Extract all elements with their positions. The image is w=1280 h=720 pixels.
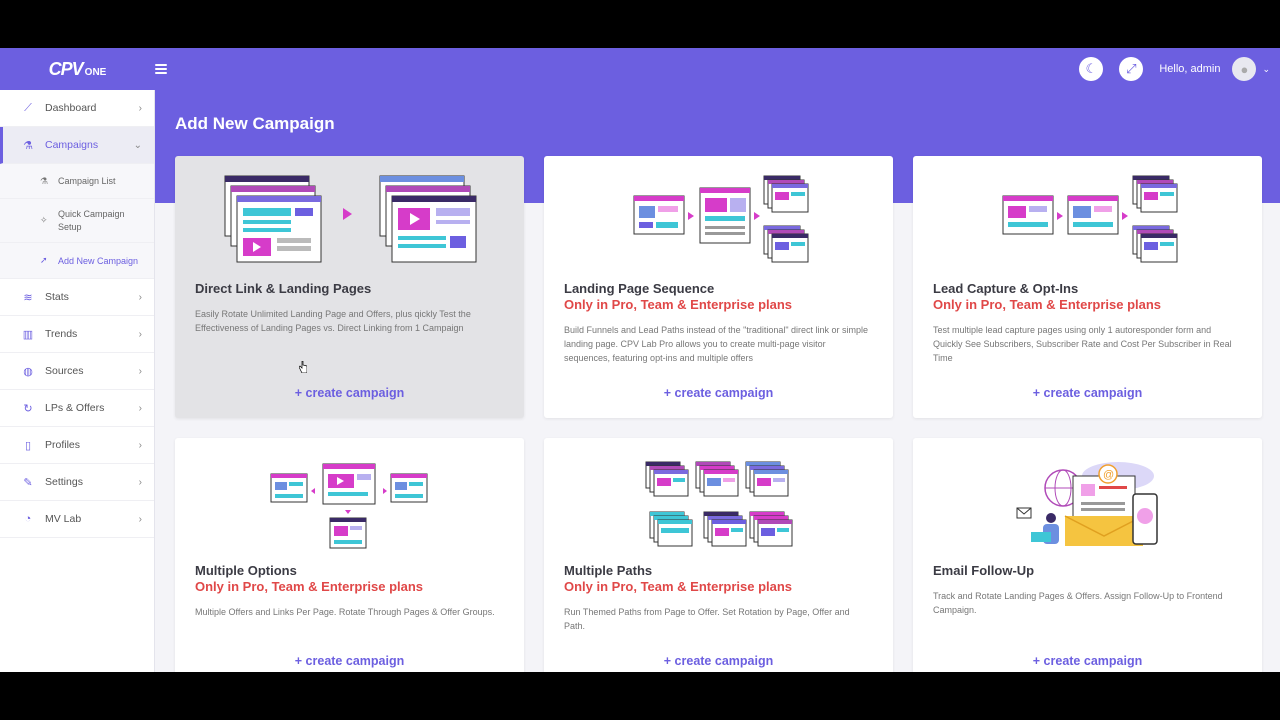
card-title: Email Follow-Up: [933, 563, 1035, 578]
wrench-icon: ✎: [23, 476, 33, 489]
vial-icon: ◔: [24, 513, 32, 525]
mouse-cursor-icon: [299, 361, 307, 373]
sidebar-item-lps-offers[interactable]: ↻ LPs & Offers ›: [0, 390, 154, 427]
sidebar-item-label: LPs & Offers: [45, 402, 105, 414]
moon-icon[interactable]: ☾: [1079, 57, 1104, 81]
sidebar-subitem-quick-setup[interactable]: ✧ Quick Campaign Setup: [0, 199, 154, 243]
card-description: Build Funnels and Lead Paths instead of …: [564, 325, 869, 363]
sidebar-item-label: MV Lab: [45, 513, 82, 525]
top-bar: CPV ONE ☾ ⤢ Hello, admin ● ⌄: [0, 48, 1280, 90]
sidebar-subitem-label: Quick Campaign Setup: [58, 208, 125, 232]
card-title: Landing Page Sequence: [564, 281, 715, 296]
sidebar-item-sources[interactable]: ◍ Sources ›: [0, 353, 154, 390]
landing-sequence-illustration: [633, 175, 809, 263]
user-greeting[interactable]: Hello, admin: [1159, 63, 1220, 75]
globe-icon: ◍: [23, 365, 33, 378]
flask-icon: ⚗: [40, 175, 49, 186]
plan-restriction: Only in Pro, Team & Enterprise plans: [933, 297, 1162, 312]
create-campaign-link[interactable]: + create campaign: [175, 386, 524, 400]
clipboard-icon: ▯: [24, 439, 32, 452]
campaign-card-multiple-options[interactable]: Multiple Options Only in Pro, Team & Ent…: [175, 438, 524, 672]
menu-toggle-icon[interactable]: [155, 64, 167, 74]
magic-icon: ✧: [40, 215, 48, 225]
sidebar-item-label: Stats: [45, 291, 69, 303]
app-frame: CPV ONE ☾ ⤢ Hello, admin ● ⌄ ⟋ Dashboard…: [0, 48, 1280, 672]
card-title: Lead Capture & Opt-Ins: [933, 281, 1079, 296]
expand-icon[interactable]: ⤢: [1119, 57, 1144, 81]
chevron-right-icon: ›: [138, 439, 142, 451]
card-description: Easily Rotate Unlimited Landing Page and…: [195, 309, 471, 333]
sidebar-item-trends[interactable]: ▥ Trends ›: [0, 316, 154, 353]
sidebar-item-settings[interactable]: ✎ Settings ›: [0, 464, 154, 501]
chevron-right-icon: ›: [138, 291, 142, 303]
chevron-right-icon: ›: [138, 365, 142, 377]
avatar[interactable]: ●: [1232, 57, 1257, 81]
card-title: Multiple Paths: [564, 563, 653, 578]
sidebar-item-campaigns[interactable]: ⚗ Campaigns ⌄: [0, 127, 154, 164]
redo-icon: ↻: [23, 402, 33, 415]
chart-line-icon: ⟋: [24, 101, 32, 114]
svg-text:@: @: [1103, 469, 1114, 481]
create-campaign-link[interactable]: + create campaign: [913, 654, 1262, 668]
multiple-paths-illustration: [645, 461, 793, 547]
chevron-right-icon: ›: [138, 402, 142, 414]
sidebar-item-mv-lab[interactable]: ◔ MV Lab ›: [0, 501, 154, 538]
chevron-right-icon: ›: [138, 513, 142, 525]
sidebar-item-label: Sources: [45, 365, 84, 377]
page-title: Add New Campaign: [175, 114, 335, 133]
email-follow-up-illustration: @: [1016, 462, 1158, 546]
sidebar-item-dashboard[interactable]: ⟋ Dashboard ›: [0, 90, 154, 127]
campaign-card-multiple-paths[interactable]: Multiple Paths Only in Pro, Team & Enter…: [544, 438, 893, 672]
campaign-card-landing-page-sequence[interactable]: Landing Page Sequence Only in Pro, Team …: [544, 156, 893, 418]
sidebar-item-label: Trends: [45, 328, 78, 340]
card-description: Multiple Offers and Links Per Page. Rota…: [195, 607, 495, 617]
card-description: Track and Rotate Landing Pages & Offers.…: [933, 591, 1223, 615]
card-description: Run Themed Paths from Page to Offer. Set…: [564, 607, 850, 631]
direct-link-illustration: [224, 175, 477, 263]
sidebar-subitem-campaign-list[interactable]: ⚗ Campaign List: [0, 164, 154, 199]
create-campaign-link[interactable]: + create campaign: [544, 386, 893, 400]
multiple-options-illustration: [270, 463, 428, 549]
card-title: Multiple Options: [195, 563, 297, 578]
chevron-right-icon: ›: [138, 328, 142, 340]
sidebar-item-profiles[interactable]: ▯ Profiles ›: [0, 427, 154, 464]
plan-restriction: Only in Pro, Team & Enterprise plans: [564, 579, 793, 594]
chevron-down-icon: ⌄: [133, 139, 142, 151]
logo-main: CPV: [48, 58, 84, 79]
sidebar: ⟋ Dashboard › ⚗ Campaigns ⌄ ⚗ Campaign L…: [0, 90, 155, 672]
logo-sub: ONE: [84, 66, 107, 78]
logo[interactable]: CPV ONE: [0, 48, 155, 90]
flask-icon: ⚗: [23, 139, 33, 152]
create-campaign-link[interactable]: + create campaign: [544, 654, 893, 668]
sidebar-subitem-add-new-campaign[interactable]: ➚ Add New Campaign: [0, 243, 154, 279]
create-campaign-link[interactable]: + create campaign: [175, 654, 524, 668]
plan-restriction: Only in Pro, Team & Enterprise plans: [564, 297, 793, 312]
chevron-right-icon: ›: [138, 102, 142, 114]
sidebar-item-label: Dashboard: [45, 102, 97, 114]
plan-restriction: Only in Pro, Team & Enterprise plans: [195, 579, 424, 594]
create-campaign-link[interactable]: + create campaign: [913, 386, 1262, 400]
campaign-card-email-follow-up[interactable]: @ Email Follow-Up Track and Rotate Landi…: [913, 438, 1262, 672]
campaign-card-direct-link[interactable]: Direct Link & Landing Pages Easily Rotat…: [175, 156, 524, 418]
sidebar-subitem-label: Add New Campaign: [58, 255, 139, 266]
columns-icon: ▥: [22, 328, 34, 341]
chevron-down-icon[interactable]: ⌄: [1262, 64, 1270, 75]
sidebar-item-label: Profiles: [45, 439, 81, 451]
card-description: Test multiple lead capture pages using o…: [933, 325, 1232, 363]
sidebar-item-label: Settings: [45, 476, 83, 488]
card-title: Direct Link & Landing Pages: [195, 281, 372, 296]
sidebar-item-stats[interactable]: ≋ Stats ›: [0, 279, 154, 316]
stats-icon: ≋: [23, 291, 33, 304]
chevron-right-icon: ›: [138, 476, 142, 488]
sidebar-subitem-label: Campaign List: [58, 176, 116, 186]
lead-capture-illustration: [1002, 175, 1178, 263]
campaign-card-lead-capture[interactable]: Lead Capture & Opt-Ins Only in Pro, Team…: [913, 156, 1262, 418]
sidebar-item-label: Campaigns: [45, 139, 99, 151]
send-icon: ➚: [40, 255, 48, 265]
